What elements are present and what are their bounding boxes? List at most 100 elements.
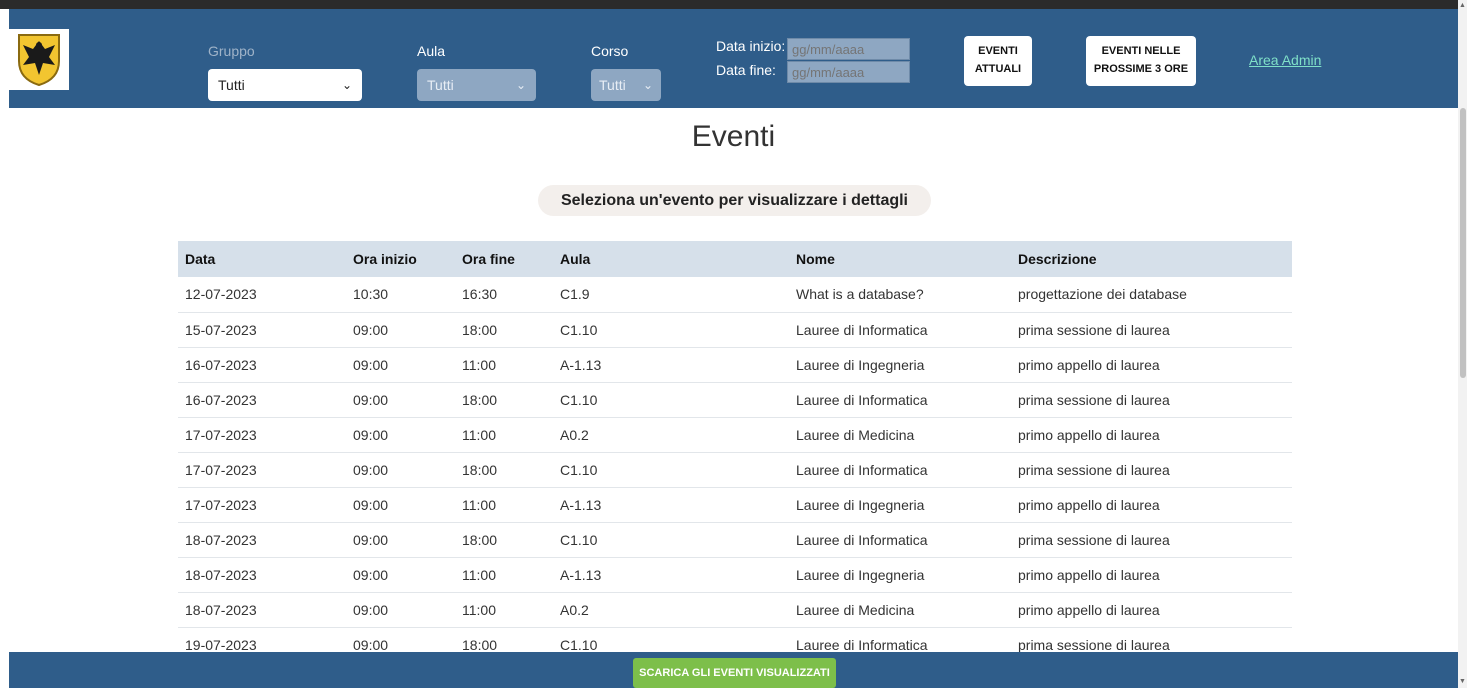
header-descrizione[interactable]: Descrizione: [1011, 241, 1292, 277]
table-header-row: Data Ora inizio Ora fine Aula Nome Descr…: [178, 241, 1292, 277]
table-row[interactable]: 12-07-2023 10:30 16:30 C1.9 What is a databa…: [178, 277, 1292, 312]
cell-ora-fine: 18:00: [462, 321, 498, 338]
table-row[interactable]: 16-07-2023 09:00 11:00 A-1.13 Lauree di Inge…: [178, 347, 1292, 382]
table-row[interactable]: 18-07-2023 09:00 11:00 A-1.13 Lauree di Inge…: [178, 557, 1292, 592]
corso-label: Corso: [591, 43, 629, 59]
eventi-attuali-line-1: EVENTI: [978, 45, 1018, 57]
scroll-up-icon[interactable]: ▲: [1459, 2, 1466, 9]
cell-data: 16-07-2023: [185, 356, 257, 373]
corso-value: Tutti: [599, 77, 626, 93]
university-logo[interactable]: [9, 29, 69, 90]
cell-nome: Lauree di Ingegneria: [796, 496, 925, 513]
data-fine-label: Data fine:: [716, 62, 776, 78]
table-row[interactable]: 17-07-2023 09:00 11:00 A-1.13 Lauree di Inge…: [178, 487, 1292, 522]
aula-select[interactable]: Tutti ⌄: [417, 69, 536, 101]
scroll-down-icon[interactable]: ▼: [1459, 678, 1466, 685]
header-ora-inizio[interactable]: Ora inizio: [346, 241, 455, 277]
header-bar: Gruppo Tutti ⌄ Aula Tutti ⌄ Corso Tutti …: [9, 9, 1458, 108]
header-nome[interactable]: Nome: [789, 241, 1011, 277]
cell-descrizione: primo appello di laurea: [1018, 496, 1160, 513]
eventi-attuali-line-2: ATTUALI: [974, 63, 1022, 75]
corso-select[interactable]: Tutti ⌄: [591, 69, 661, 101]
chevron-down-icon: ⌄: [341, 78, 352, 92]
cell-descrizione: prima sessione di laurea: [1018, 321, 1170, 338]
cell-nome: Lauree di Informatica: [796, 461, 928, 478]
window-top-bar: [0, 0, 1458, 9]
table-row[interactable]: 18-07-2023 09:00 11:00 A0.2 Lauree di Medici…: [178, 592, 1292, 627]
cell-ora-inizio: 09:00: [353, 566, 389, 583]
eventi-attuali-button[interactable]: EVENTI ATTUALI: [964, 36, 1032, 86]
cell-ora-inizio: 09:00: [353, 356, 389, 373]
download-events-button[interactable]: SCARICA GLI EVENTI VISUALIZZATI: [633, 658, 836, 688]
cell-data: 18-07-2023: [185, 601, 257, 618]
cell-ora-inizio: 09:00: [353, 496, 389, 513]
cell-data: 17-07-2023: [185, 426, 257, 443]
table-row[interactable]: 16-07-2023 09:00 18:00 C1.10 Lauree di Infor…: [178, 382, 1292, 417]
chevron-down-icon: ⌄: [642, 78, 653, 92]
prossime-line-2: PROSSIME 3 ORE: [1093, 63, 1189, 75]
cell-ora-fine: 11:00: [462, 496, 496, 513]
cell-aula: A0.2: [560, 426, 589, 443]
footer-bar: SCARICA GLI EVENTI VISUALIZZATI: [9, 652, 1458, 688]
table-row[interactable]: 17-07-2023 09:00 18:00 C1.10 Lauree di Infor…: [178, 452, 1292, 487]
cell-ora-inizio: 09:00: [353, 531, 389, 548]
cell-data: 12-07-2023: [185, 286, 257, 303]
cell-data: 18-07-2023: [185, 566, 257, 583]
cell-ora-inizio: 09:00: [353, 601, 389, 618]
cell-descrizione: prima sessione di laurea: [1018, 531, 1170, 548]
cell-nome: Lauree di Ingegneria: [796, 356, 925, 373]
cell-aula: C1.10: [560, 321, 598, 338]
header-ora-fine[interactable]: Ora fine: [455, 241, 553, 277]
cell-aula: C1.10: [560, 391, 598, 408]
cell-data: 15-07-2023: [185, 321, 257, 338]
cell-data: 18-07-2023: [185, 531, 257, 548]
cell-nome: Lauree di Informatica: [796, 531, 928, 548]
cell-aula: A0.2: [560, 601, 589, 618]
cell-descrizione: prima sessione di laurea: [1018, 391, 1170, 408]
cell-ora-fine: 11:00: [462, 566, 496, 583]
cell-aula: A-1.13: [560, 356, 602, 373]
data-inizio-input[interactable]: [787, 38, 910, 60]
gruppo-label: Gruppo: [208, 43, 255, 59]
cell-nome: Lauree di Medicina: [796, 601, 915, 618]
cell-ora-inizio: 09:00: [353, 426, 389, 443]
header-aula[interactable]: Aula: [553, 241, 789, 277]
eventi-prossime-ore-button[interactable]: EVENTI NELLE PROSSIME 3 ORE: [1086, 36, 1196, 86]
cell-ora-inizio: 10:30: [353, 286, 389, 303]
table-row[interactable]: 15-07-2023 09:00 18:00 C1.10 Lauree di Infor…: [178, 312, 1292, 347]
gruppo-select[interactable]: Tutti ⌄: [208, 69, 362, 101]
cell-nome: Lauree di Informatica: [796, 321, 928, 338]
area-admin-link[interactable]: Area Admin: [1249, 52, 1321, 68]
gruppo-value: Tutti: [218, 77, 245, 93]
cell-ora-inizio: 09:00: [353, 461, 389, 478]
table-row[interactable]: 17-07-2023 09:00 11:00 A0.2 Lauree di Medici…: [178, 417, 1292, 452]
cell-nome: Lauree di Ingegneria: [796, 566, 925, 583]
events-table: Data Ora inizio Ora fine Aula Nome Descr…: [178, 241, 1292, 663]
cell-data: 17-07-2023: [185, 496, 257, 513]
cell-descrizione: primo appello di laurea: [1018, 601, 1160, 618]
cell-aula: C1.10: [560, 461, 598, 478]
cell-ora-fine: 11:00: [462, 426, 496, 443]
cell-data: 17-07-2023: [185, 461, 257, 478]
prossime-line-1: EVENTI NELLE: [1101, 45, 1181, 57]
cell-descrizione: prima sessione di laurea: [1018, 461, 1170, 478]
chevron-down-icon: ⌄: [515, 78, 526, 92]
page-title: Eventi: [691, 120, 776, 153]
cell-descrizione: progettazione dei database: [1018, 286, 1187, 303]
cell-aula: A-1.13: [560, 496, 602, 513]
cell-nome: Lauree di Informatica: [796, 391, 928, 408]
cell-ora-fine: 11:00: [462, 356, 496, 373]
aula-value: Tutti: [427, 77, 454, 93]
header-data[interactable]: Data: [178, 241, 346, 277]
cell-descrizione: primo appello di laurea: [1018, 566, 1160, 583]
table-row[interactable]: 18-07-2023 09:00 18:00 C1.10 Lauree di Infor…: [178, 522, 1292, 557]
cell-ora-inizio: 09:00: [353, 391, 389, 408]
cell-data: 16-07-2023: [185, 391, 257, 408]
cell-ora-fine: 18:00: [462, 391, 498, 408]
cell-descrizione: primo appello di laurea: [1018, 356, 1160, 373]
cell-aula: C1.10: [560, 531, 598, 548]
cell-descrizione: primo appello di laurea: [1018, 426, 1160, 443]
aula-label: Aula: [417, 43, 446, 59]
data-fine-input[interactable]: [787, 61, 910, 83]
scrollbar-thumb[interactable]: [1460, 108, 1466, 378]
